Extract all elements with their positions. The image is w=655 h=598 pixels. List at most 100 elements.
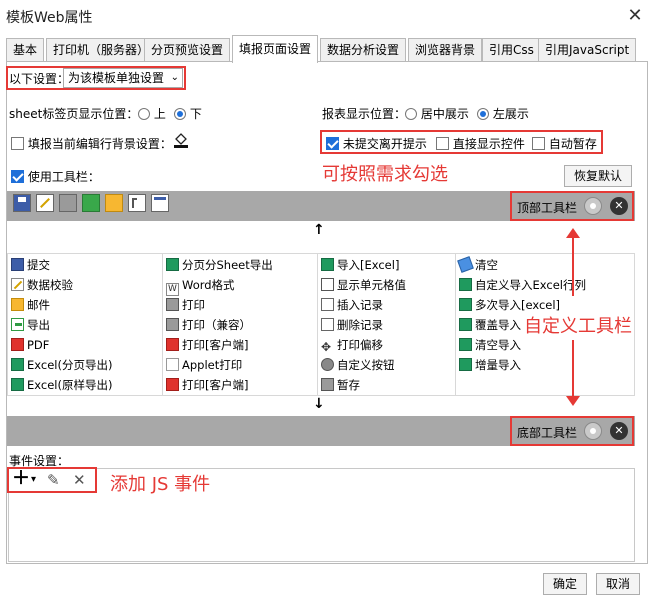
grid-item-page-sheet-export[interactable]: 分页分Sheet导出 xyxy=(162,255,273,275)
show-control-label: 直接显示控件 xyxy=(452,137,525,151)
arrow-up-icon[interactable]: ↑ xyxy=(313,222,325,238)
top-toolbar-remove-icon[interactable]: ✕ xyxy=(610,197,628,215)
grid-item-label: Applet打印 xyxy=(182,358,243,372)
grid-item-validate[interactable]: 数据校验 xyxy=(7,275,73,295)
unsubmitted-checkbox[interactable] xyxy=(326,137,339,150)
grid-item-delete-record[interactable]: 删除记录 xyxy=(317,315,383,335)
autosave-option[interactable]: 自动暂存 xyxy=(532,135,597,152)
sheet-position-bottom[interactable]: 下 xyxy=(174,105,202,122)
tab-printer[interactable]: 打印机（服务器） xyxy=(46,38,157,62)
grid-item-custom-button[interactable]: 自定义按钮 xyxy=(317,355,395,375)
autosave-checkbox[interactable] xyxy=(532,137,545,150)
paint-bucket-icon[interactable] xyxy=(172,131,190,149)
grid-item-insert-record[interactable]: 插入记录 xyxy=(317,295,383,315)
mode-select[interactable]: 为该模板单独设置 ⌄ xyxy=(63,68,183,88)
tab-data-analysis[interactable]: 数据分析设置 xyxy=(320,38,407,62)
radio-bottom[interactable] xyxy=(174,108,186,120)
grid-item-excel-page[interactable]: Excel(分页导出) xyxy=(7,355,112,375)
ok-button[interactable]: 确定 xyxy=(543,573,587,595)
tab-ref-css[interactable]: 引用Css xyxy=(482,38,541,62)
arrow-head-up-icon xyxy=(566,228,580,238)
tab-basic[interactable]: 基本 xyxy=(6,38,45,62)
grid-item-pdf[interactable]: PDF xyxy=(7,335,49,355)
grid-item-mail[interactable]: 邮件 xyxy=(7,295,50,315)
grid-item-label: 自定义按钮 xyxy=(337,358,395,372)
report-position-center[interactable]: 居中展示 xyxy=(405,105,469,122)
grid-item-temp-save[interactable]: 暂存 xyxy=(317,375,360,395)
radio-left[interactable] xyxy=(477,108,489,120)
bg-setting[interactable]: 填报当前编辑行背景设置： xyxy=(11,135,172,152)
grid-item-print-client-pdf[interactable]: 打印[客户端] xyxy=(162,375,248,395)
applet-icon xyxy=(166,358,179,371)
annotation-arrow-up xyxy=(572,236,574,296)
grid-item-custom-import[interactable]: 自定义导入Excel行列 xyxy=(455,275,586,295)
unsubmitted-option[interactable]: 未提交离开提示 xyxy=(326,135,427,152)
save-icon[interactable] xyxy=(13,194,31,212)
grid-item-print-compat[interactable]: 打印（兼容） xyxy=(162,315,251,335)
check-icon[interactable] xyxy=(36,194,54,212)
sheet-position-top[interactable]: 上 xyxy=(138,105,166,122)
grid-item-show-cell-value[interactable]: 显示单元格值 xyxy=(317,275,406,295)
custom-toolbar-annotation: 自定义工具栏 xyxy=(522,312,634,338)
grid-item-label: 打印 xyxy=(182,298,205,312)
grid-item-label: 清空 xyxy=(475,258,498,272)
move-icon: ✥ xyxy=(321,341,334,354)
tab-browser-bg[interactable]: 浏览器背景 xyxy=(408,38,483,62)
tree-icon[interactable] xyxy=(128,194,146,212)
arrow-down-icon[interactable]: ↓ xyxy=(313,396,325,412)
grid-item-label: 提交 xyxy=(27,258,50,272)
grid-item-word[interactable]: W Word格式 xyxy=(162,275,235,296)
grid-item-clear[interactable]: 清空 xyxy=(455,255,498,275)
mail-icon[interactable] xyxy=(105,194,123,212)
cancel-button[interactable]: 取消 xyxy=(596,573,640,595)
window-icon[interactable] xyxy=(151,194,169,212)
radio-center[interactable] xyxy=(405,108,417,120)
grid-item-print-offset[interactable]: ✥ 打印偏移 xyxy=(317,335,383,355)
print-icon[interactable] xyxy=(59,194,77,212)
grid-item-print-client[interactable]: 打印[客户端] xyxy=(162,335,248,355)
grid-item-label: 删除记录 xyxy=(337,318,383,332)
window-title: 模板Web属性 xyxy=(6,10,93,26)
gear-icon xyxy=(321,358,334,371)
radio-center-label: 居中展示 xyxy=(420,107,469,121)
grid-item-label: Excel(分页导出) xyxy=(27,358,113,372)
show-control-option[interactable]: 直接显示控件 xyxy=(436,135,525,152)
restore-default-button[interactable]: 恢复默认 xyxy=(564,165,632,187)
export-icon[interactable] xyxy=(82,194,100,212)
grid-item-clear-import[interactable]: 清空导入 xyxy=(455,335,521,355)
client-print-icon xyxy=(166,338,179,351)
grid-item-incremental-import[interactable]: 增量导入 xyxy=(455,355,521,375)
save-icon xyxy=(11,258,24,271)
bg-checkbox[interactable] xyxy=(11,137,24,150)
js-event-annotation: 添加 JS 事件 xyxy=(110,474,211,495)
edit-event-icon[interactable]: ✎ xyxy=(47,471,60,489)
bottom-toolbar-remove-icon[interactable]: ✕ xyxy=(610,422,628,440)
print-icon xyxy=(166,298,179,311)
report-position-left[interactable]: 左展示 xyxy=(477,105,529,122)
bottom-toolbar-gear-icon[interactable] xyxy=(584,422,602,440)
grid-item-export[interactable]: 导出 xyxy=(7,315,50,335)
tab-fill-page[interactable]: 填报页面设置 xyxy=(232,35,319,63)
show-control-checkbox[interactable] xyxy=(436,137,449,150)
add-dropdown-icon[interactable]: ▾ xyxy=(31,474,36,485)
use-toolbar-checkbox[interactable] xyxy=(11,170,24,183)
grid-item-label: 暂存 xyxy=(337,378,360,392)
grid-item-applet-print[interactable]: Applet打印 xyxy=(162,355,242,375)
mail-icon xyxy=(11,298,24,311)
grid-item-print[interactable]: 打印 xyxy=(162,295,205,315)
close-icon[interactable]: ✕ xyxy=(622,3,648,29)
top-toolbar-gear-icon[interactable] xyxy=(584,197,602,215)
excel-icon xyxy=(459,338,472,351)
tab-paging-preview[interactable]: 分页预览设置 xyxy=(144,38,231,62)
tab-ref-js[interactable]: 引用JavaScript xyxy=(538,38,637,62)
use-toolbar-option[interactable]: 使用工具栏： xyxy=(11,168,100,185)
grid-item-import-excel[interactable]: 导入[Excel] xyxy=(317,255,399,275)
grid-item-submit[interactable]: 提交 xyxy=(7,255,50,275)
grid-item-overwrite-import[interactable]: 覆盖导入 xyxy=(455,315,521,335)
mode-select-value: 为该模板单独设置 xyxy=(68,71,165,85)
add-event-icon[interactable]: ＋ xyxy=(12,470,30,488)
radio-top[interactable] xyxy=(138,108,150,120)
grid-item-excel-original[interactable]: Excel(原样导出) xyxy=(7,375,112,395)
delete-event-icon[interactable]: ✕ xyxy=(73,471,86,489)
eraser-icon xyxy=(457,256,474,273)
